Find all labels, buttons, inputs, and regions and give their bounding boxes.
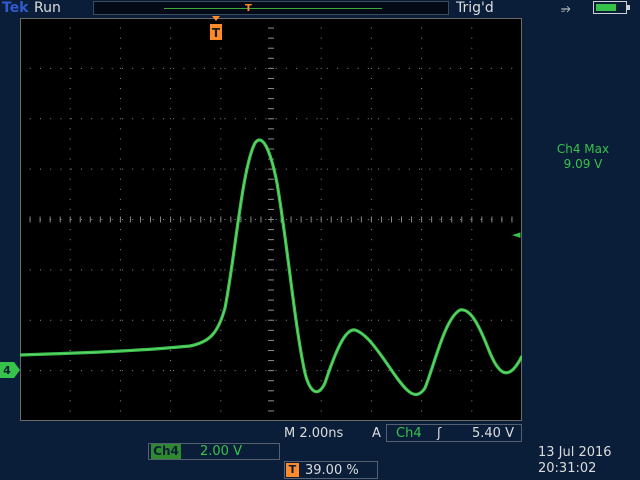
trigger-level-value: 5.40 V <box>472 426 514 441</box>
timebase-readout[interactable]: M 2.00ns <box>284 425 343 442</box>
date-readout: 13 Jul 2016 <box>538 445 612 460</box>
ch4-ground-marker[interactable]: 4 <box>0 362 20 378</box>
record-view-bar[interactable]: T <box>93 1 449 15</box>
brand-logo: Tek <box>2 0 29 16</box>
record-view-line <box>164 8 382 9</box>
ch4-scale-value: 2.00 V <box>200 444 242 459</box>
rising-slope-icon: ʃ <box>437 426 442 441</box>
trigger-percent-value: 39.00 % <box>305 463 359 478</box>
trigger-source: Ch4 <box>396 426 422 441</box>
trigger-position-label: T <box>212 26 221 40</box>
plug-icon: ⭌ <box>561 1 571 15</box>
time-readout: 20:31:02 <box>538 461 597 476</box>
acquisition-status[interactable]: Run <box>34 0 61 16</box>
ch4-badge: Ch4 <box>151 444 181 459</box>
record-trigger-marker: T <box>245 3 252 14</box>
trigger-level-arrow[interactable]: ◄ <box>512 229 520 241</box>
battery-tip <box>627 5 630 10</box>
measurement-label[interactable]: Ch4 Max <box>530 142 636 157</box>
trigger-status: Trig'd <box>456 0 494 16</box>
acquisition-mode: A <box>372 426 381 441</box>
graticule[interactable] <box>20 18 522 421</box>
battery-icon <box>593 1 627 14</box>
ch4-marker-label: 4 <box>3 364 11 377</box>
battery-level <box>596 4 616 11</box>
trigger-badge: T <box>286 463 299 477</box>
trigger-position-marker[interactable]: T <box>209 16 223 42</box>
measurement-value: 9.09 V <box>563 157 603 171</box>
